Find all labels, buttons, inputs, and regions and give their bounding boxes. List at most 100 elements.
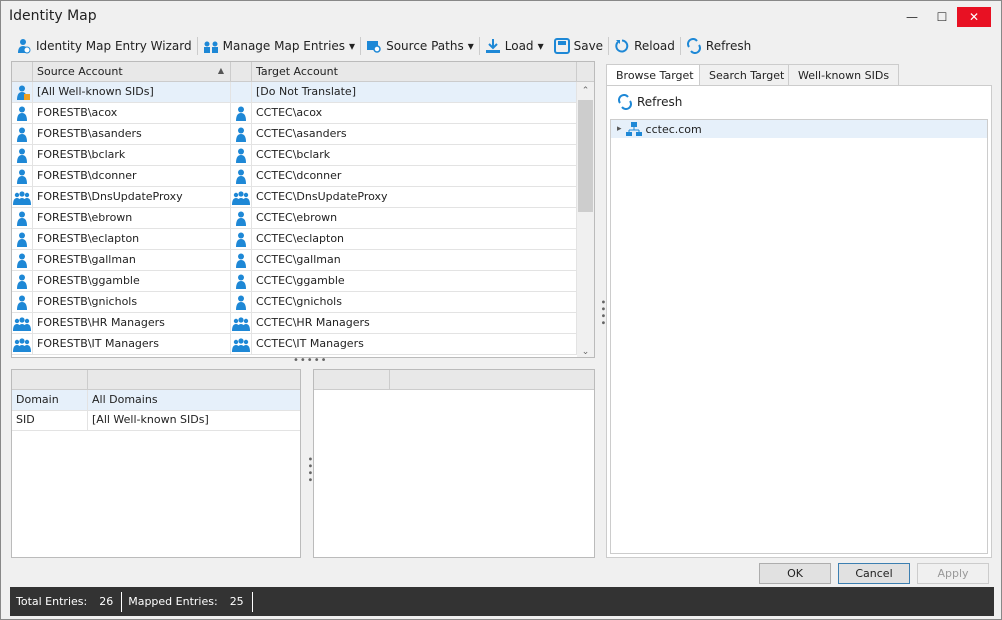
target-icon-cell: [231, 229, 252, 249]
user-icon: [235, 169, 247, 184]
map-entry-row[interactable]: FORESTB\gnichols CCTEC\gnichols: [12, 292, 577, 313]
user-icon: [235, 127, 247, 142]
scrollbar-thumb[interactable]: [578, 100, 593, 212]
group-icon: [232, 190, 250, 205]
target-account: CCTEC\IT Managers: [252, 334, 577, 354]
source-icon-cell: [12, 187, 33, 207]
source-account: FORESTB\DnsUpdateProxy: [33, 187, 231, 207]
map-entry-row[interactable]: FORESTB\dconner CCTEC\dconner: [12, 166, 577, 187]
source-icon-cell: [12, 313, 33, 333]
scroll-up-icon[interactable]: ⌃: [577, 82, 594, 100]
target-account: CCTEC\ggamble: [252, 271, 577, 291]
details-row[interactable]: SID [All Well-known SIDs]: [12, 410, 300, 431]
identity-map-entry-wizard-button[interactable]: Identity Map Entry Wizard: [11, 35, 197, 57]
maximize-button[interactable]: ☐: [927, 7, 957, 27]
reload-label: Reload: [634, 39, 675, 53]
source-icon-cell: [12, 271, 33, 291]
details-name: Domain: [12, 390, 88, 410]
header-source-account[interactable]: Source Account ▲: [33, 62, 231, 82]
target-account: [Do Not Translate]: [252, 82, 577, 102]
identity-map-grid: Source Account ▲ Target Account [All Well…: [11, 61, 595, 358]
source-account: FORESTB\HR Managers: [33, 313, 231, 333]
user-icon: [235, 106, 247, 121]
map-entry-row[interactable]: FORESTB\DnsUpdateProxy CCTEC\DnsUpdatePr…: [12, 187, 577, 208]
map-entry-row[interactable]: [All Well-known SIDs] [Do Not Translate]: [12, 82, 577, 103]
save-label: Save: [573, 39, 604, 53]
target-account: CCTEC\HR Managers: [252, 313, 577, 333]
map-entry-row[interactable]: FORESTB\bclark CCTEC\bclark: [12, 145, 577, 166]
apply-button[interactable]: Apply: [917, 563, 989, 584]
map-entry-row[interactable]: FORESTB\IT Managers CCTEC\IT Managers: [12, 334, 577, 355]
source-paths-button[interactable]: Source Paths ▾: [361, 35, 479, 57]
reload-icon: [614, 38, 630, 54]
map-entry-row[interactable]: FORESTB\eclapton CCTEC\eclapton: [12, 229, 577, 250]
ok-button[interactable]: OK: [759, 563, 831, 584]
minimize-button[interactable]: —: [897, 7, 927, 27]
expand-icon[interactable]: ▸: [617, 124, 622, 134]
reload-button[interactable]: Reload: [609, 35, 680, 57]
source-icon-cell: [12, 145, 33, 165]
source-account: FORESTB\acox: [33, 103, 231, 123]
details-name: SID: [12, 410, 88, 430]
details-row[interactable]: Domain All Domains: [12, 390, 300, 411]
user-icon: [235, 211, 247, 226]
details-header-value: [88, 370, 300, 390]
source-icon-cell: [12, 166, 33, 186]
target-account: CCTEC\acox: [252, 103, 577, 123]
vertical-scrollbar[interactable]: ⌃ ⌄: [577, 82, 594, 357]
source-account: FORESTB\eclapton: [33, 229, 231, 249]
map-entry-row[interactable]: FORESTB\acox CCTEC\acox: [12, 103, 577, 124]
group-icon: [13, 337, 31, 352]
target-icon-cell: [231, 334, 252, 354]
target-icon-cell: [231, 145, 252, 165]
tab-search-target[interactable]: Search Target: [699, 64, 795, 86]
details-header-name: [12, 370, 88, 390]
close-button[interactable]: ✕: [957, 7, 991, 27]
user-icon: [16, 169, 28, 184]
map-entry-row[interactable]: FORESTB\ebrown CCTEC\ebrown: [12, 208, 577, 229]
map-entry-row[interactable]: FORESTB\ggamble CCTEC\ggamble: [12, 271, 577, 292]
cancel-button[interactable]: Cancel: [838, 563, 910, 584]
sort-ascending-icon: ▲: [217, 66, 224, 75]
chevron-down-icon: ▾: [467, 39, 474, 53]
secondary-header: [390, 370, 594, 390]
source-icon-cell: [12, 208, 33, 228]
refresh-button[interactable]: Refresh: [681, 35, 756, 57]
header-icon-col: [231, 62, 252, 82]
window-title: Identity Map: [9, 8, 97, 24]
target-account: CCTEC\asanders: [252, 124, 577, 144]
user-icon: [235, 148, 247, 163]
target-tree: ▸ cctec.com: [610, 119, 988, 554]
scroll-down-icon[interactable]: ⌄: [577, 347, 594, 357]
tree-node-cctec[interactable]: ▸ cctec.com: [611, 120, 987, 138]
map-entry-row[interactable]: FORESTB\asanders CCTEC\asanders: [12, 124, 577, 145]
target-icon-cell: [231, 187, 252, 207]
save-icon: [553, 38, 570, 54]
horizontal-splitter[interactable]: •••••: [293, 355, 328, 366]
tab-well-known-sids[interactable]: Well-known SIDs: [788, 64, 900, 86]
target-account: CCTEC\ebrown: [252, 208, 577, 228]
header-target-account[interactable]: Target Account: [252, 62, 577, 82]
user-icon: [16, 211, 28, 226]
map-entry-row[interactable]: FORESTB\gallman CCTEC\gallman: [12, 250, 577, 271]
browse-refresh-button[interactable]: Refresh: [617, 94, 682, 110]
status-divider: [251, 591, 253, 612]
load-button[interactable]: Load ▾: [480, 35, 549, 57]
source-account: FORESTB\IT Managers: [33, 334, 231, 354]
tab-browse-target[interactable]: Browse Target: [606, 64, 704, 87]
save-button[interactable]: Save: [549, 35, 608, 57]
target-account: CCTEC\eclapton: [252, 229, 577, 249]
details-grid: Domain All Domains SID [All Well-known S…: [11, 369, 301, 558]
target-icon-cell: [231, 103, 252, 123]
target-icon-cell: [231, 292, 252, 312]
source-account: FORESTB\gnichols: [33, 292, 231, 312]
folder-search-icon: [366, 38, 382, 54]
target-account: CCTEC\gallman: [252, 250, 577, 270]
target-icon-cell: [231, 124, 252, 144]
header-icon-col: [12, 62, 33, 82]
manage-map-entries-button[interactable]: Manage Map Entries ▾: [198, 35, 360, 57]
source-icon-cell: [12, 82, 33, 102]
tree-node-label: cctec.com: [645, 122, 702, 136]
target-icon-cell: [231, 166, 252, 186]
map-entry-row[interactable]: FORESTB\HR Managers CCTEC\HR Managers: [12, 313, 577, 334]
